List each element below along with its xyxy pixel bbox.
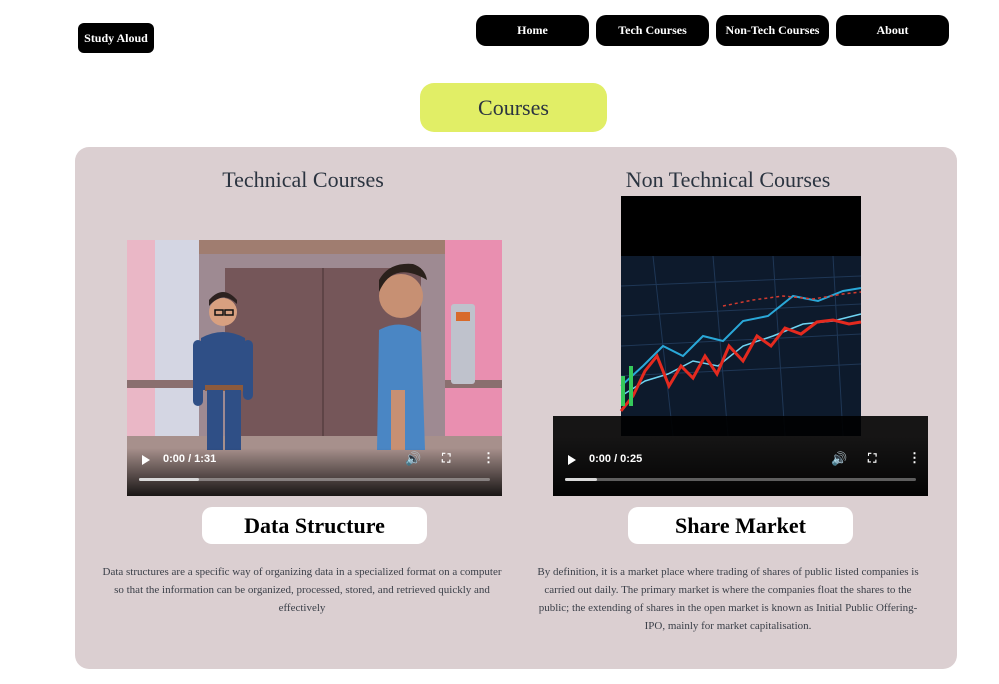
volume-icon[interactable]: 🔊 (405, 451, 421, 467)
share-market-video[interactable]: 0:00 / 0:25 🔊 ⛶ ⋮ (553, 196, 928, 496)
main-nav: Home Tech Courses Non-Tech Courses About (476, 15, 949, 46)
video-progress-fill (565, 478, 597, 481)
video-controls (553, 436, 928, 496)
video-progress-bar[interactable] (139, 478, 490, 481)
data-structure-video[interactable]: 0:00 / 1:31 🔊 ⛶ ⋮ (127, 240, 502, 496)
play-icon[interactable] (142, 455, 150, 465)
video-progress-bar[interactable] (565, 478, 916, 481)
video-time: 0:00 / 0:25 (589, 453, 643, 465)
volume-icon[interactable]: 🔊 (831, 451, 847, 467)
nav-tech-courses-button[interactable]: Tech Courses (596, 15, 709, 46)
nav-about-button[interactable]: About (836, 15, 949, 46)
share-market-label[interactable]: Share Market (628, 507, 853, 544)
nav-non-tech-courses-button[interactable]: Non-Tech Courses (716, 15, 829, 46)
fullscreen-icon[interactable]: ⛶ (442, 451, 450, 466)
share-market-description: By definition, it is a market place wher… (537, 566, 919, 632)
more-icon[interactable]: ⋮ (482, 450, 495, 466)
page-title: Courses (420, 83, 607, 132)
data-structure-label[interactable]: Data Structure (202, 507, 427, 544)
play-icon[interactable] (568, 455, 576, 465)
more-icon[interactable]: ⋮ (908, 450, 921, 466)
fullscreen-icon[interactable]: ⛶ (868, 451, 876, 466)
data-structure-description: Data structures are a specific way of or… (102, 566, 502, 614)
video-progress-fill (139, 478, 199, 481)
non-technical-courses-title: Non Technical Courses (625, 167, 831, 192)
technical-courses-title: Technical Courses (222, 167, 384, 192)
courses-panel: Technical Courses 0:00 / 1:31 🔊 ⛶ ⋮ Data… (75, 147, 957, 669)
nav-home-button[interactable]: Home (476, 15, 589, 46)
brand-logo[interactable]: Study Aloud (78, 23, 154, 53)
video-time: 0:00 / 1:31 (163, 453, 217, 465)
